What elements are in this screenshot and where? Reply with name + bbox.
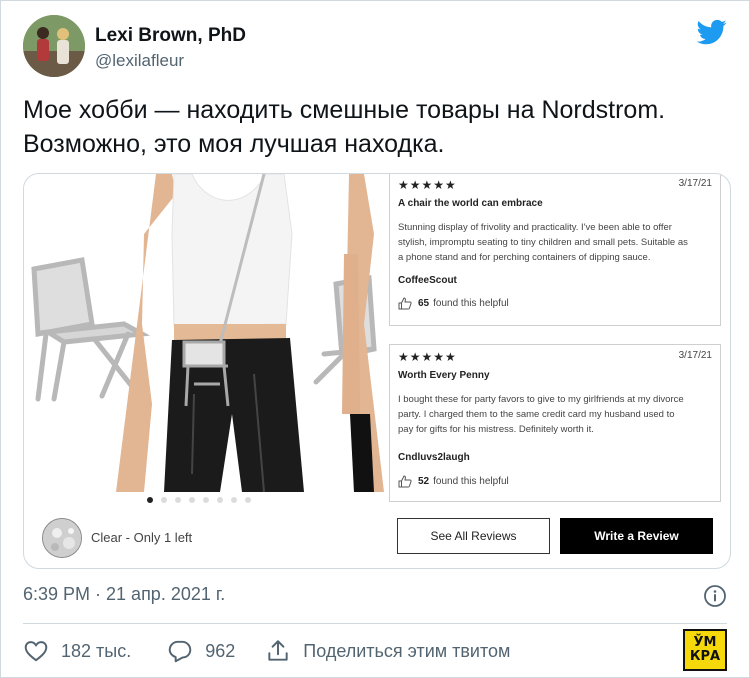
avatar[interactable] xyxy=(23,15,85,77)
thumbs-up-icon xyxy=(398,475,412,488)
review-title: Worth Every Penny xyxy=(398,370,490,381)
user-handle[interactable]: @lexilafleur xyxy=(95,51,184,71)
review-body-line: a phone stand and for perching container… xyxy=(398,252,651,263)
helpful-count: 52 xyxy=(418,476,430,487)
tweet-timestamp[interactable]: 6:39 PM · 21 апр. 2021 г. xyxy=(23,584,225,605)
info-icon[interactable] xyxy=(703,584,727,608)
carousel-dot[interactable] xyxy=(189,497,195,503)
review-body-line: pay for gifts for his mistress. Definite… xyxy=(398,424,594,435)
reply-count: 962 xyxy=(205,640,236,661)
review-body: Stunning display of frivolity and practi… xyxy=(398,220,716,265)
umkra-logo: ЎМ КРА xyxy=(683,629,727,671)
tweet-card: Lexi Brown, PhD @lexilafleur Мое хобби —… xyxy=(0,0,750,678)
review-author: Cndluvs2laugh xyxy=(398,452,470,463)
helpful-text: found this helpful xyxy=(433,298,509,309)
write-review-button[interactable]: Write a Review xyxy=(560,518,713,554)
like-count: 182 тыс. xyxy=(61,640,132,661)
product-photo xyxy=(24,174,389,492)
helpful-text: found this helpful xyxy=(433,476,509,487)
carousel-dot[interactable] xyxy=(175,497,181,503)
rating-stars: ★★★★★ xyxy=(398,178,457,192)
see-all-reviews-button[interactable]: See All Reviews xyxy=(397,518,550,554)
twitter-bird-icon[interactable] xyxy=(695,17,729,47)
reply-icon xyxy=(168,640,192,663)
review-body-line: stylish, impromptu seating to tiny child… xyxy=(398,237,688,248)
tweet-actions: 182 тыс. 962 Поделиться этим твитом xyxy=(23,637,510,665)
review-author: CoffeeScout xyxy=(398,275,457,286)
like-button[interactable]: 182 тыс. xyxy=(23,638,131,664)
review-card: ★★★★★ 3/17/21 Worth Every Penny I bought… xyxy=(389,344,721,502)
color-swatch[interactable] xyxy=(42,518,82,558)
review-card: ★★★★★ 3/17/21 A chair the world can embr… xyxy=(389,174,721,326)
divider xyxy=(23,623,727,624)
tweet-text-line-2: Возможно, это моя лучшая находка. xyxy=(23,130,445,158)
review-date: 3/17/21 xyxy=(678,178,712,189)
display-name[interactable]: Lexi Brown, PhD xyxy=(95,25,246,47)
review-body-line: I bought these for party favors to give … xyxy=(398,394,684,405)
review-body: I bought these for party favors to give … xyxy=(398,392,716,437)
review-body-line: Stunning display of frivolity and practi… xyxy=(398,222,672,233)
media-screenshot[interactable]: Clear - Only 1 left ★★★★★ 3/17/21 A chai… xyxy=(23,173,731,569)
helpful-count: 65 xyxy=(418,298,430,309)
rating-stars: ★★★★★ xyxy=(398,350,457,364)
color-label: Clear - Only 1 left xyxy=(91,530,193,545)
carousel-dot[interactable] xyxy=(203,497,209,503)
tweet-text: Мое хобби — находить смешные товары на N… xyxy=(23,93,723,161)
carousel-dots[interactable] xyxy=(147,497,251,503)
carousel-dot[interactable] xyxy=(147,497,153,503)
thumbs-up-icon xyxy=(398,297,412,310)
carousel-dot[interactable] xyxy=(161,497,167,503)
heart-icon xyxy=(24,641,48,662)
helpful-button[interactable]: 65 found this helpful xyxy=(398,297,509,310)
reply-button[interactable]: 962 xyxy=(167,638,235,664)
share-icon xyxy=(268,640,288,661)
share-button[interactable]: Поделиться этим твитом xyxy=(265,638,510,664)
review-title: A chair the world can embrace xyxy=(398,198,543,209)
review-body-line: party. I charged them to the same credit… xyxy=(398,409,675,420)
carousel-dot[interactable] xyxy=(231,497,237,503)
helpful-button[interactable]: 52 found this helpful xyxy=(398,475,509,488)
review-date: 3/17/21 xyxy=(678,350,712,361)
carousel-dot[interactable] xyxy=(217,497,223,503)
carousel-dot[interactable] xyxy=(245,497,251,503)
tweet-text-line-1: Мое хобби — находить смешные товары на N… xyxy=(23,96,666,124)
logo-bottom-text: КРА xyxy=(689,649,721,664)
logo-top-text: ЎМ xyxy=(693,635,717,650)
share-label: Поделиться этим твитом xyxy=(303,640,511,661)
